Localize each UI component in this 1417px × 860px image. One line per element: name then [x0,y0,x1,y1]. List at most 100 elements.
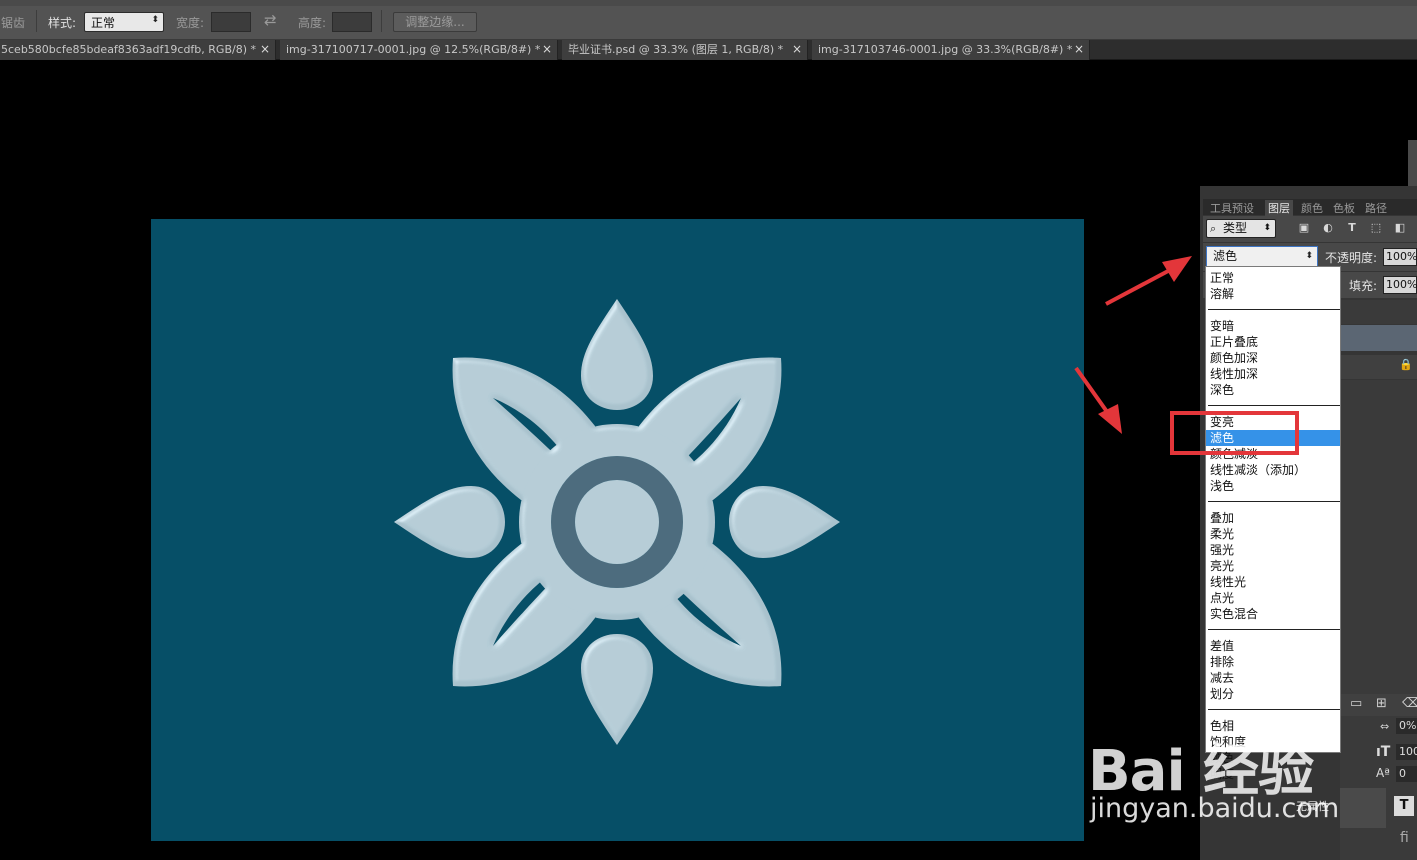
doc-tab-3[interactable]: 毕业证书.psd @ 33.3% (图层 1, RGB/8) * × [562,40,808,60]
layer-filter-row: ⌕ 类型 ⬍ ▣ ◐ T ⬚ ◧ [1203,216,1417,242]
menu-item-vivid-light[interactable]: 亮光 [1206,558,1340,574]
search-icon: ⌕ [1210,222,1217,235]
menu-item-hard-light[interactable]: 强光 [1206,542,1340,558]
style-label: 样式: [48,16,77,30]
divider [381,10,382,32]
height-label: 高度: [298,16,327,30]
close-icon[interactable]: × [1074,40,1084,59]
doc-tab-2[interactable]: img-317100717-0001.jpg @ 12.5%(RGB/8#) *… [280,40,558,60]
menu-item-divide[interactable]: 划分 [1206,686,1340,702]
character-panel: ⇔ 0% ıT 100 Aª 0 点 无属性 T ﬁ [1296,716,1417,860]
opacity-label: 不透明度: [1325,251,1378,265]
menu-item-normal[interactable]: 正常 [1206,270,1340,286]
options-bar: 锯齿 样式: 正常 ⬍ 宽度: ⇄ 高度: 调整边缘... [0,0,1417,40]
adjustment-filter-icon[interactable]: ◐ [1322,222,1334,234]
ligature-icon[interactable]: ﬁ [1400,830,1409,846]
menu-divider [1208,309,1340,310]
tracking-icon: ⇔ [1380,720,1390,733]
doc-tab-label: 5ceb580bcfe85bdeaf8363adf19cdfb, RGB/8) … [1,43,256,56]
vertical-scale-icon: ıT [1376,744,1391,760]
height-input[interactable] [332,12,372,32]
new-group-icon[interactable]: ▭ [1350,696,1362,711]
baseline-shift-icon: Aª [1376,766,1390,780]
menu-item-difference[interactable]: 差值 [1206,638,1340,654]
style-select[interactable]: 正常 ⬍ [84,12,164,32]
menu-item-exclusion[interactable]: 排除 [1206,654,1340,670]
layer-row-background[interactable]: 🔒 [1340,355,1417,379]
menu-item-multiply[interactable]: 正片叠底 [1206,334,1340,350]
close-icon[interactable]: × [792,40,802,59]
chevron-updown-icon: ⬍ [151,15,159,25]
tab-color[interactable]: 颜色 [1301,200,1323,216]
type-filter-icon[interactable]: T [1346,222,1358,234]
lock-icon: 🔒 [1399,358,1413,371]
chevron-updown-icon: ⬍ [1263,223,1271,233]
doc-tab-1[interactable]: 5ceb580bcfe85bdeaf8363adf19cdfb, RGB/8) … [0,40,276,60]
layer-row-selected[interactable] [1340,325,1417,351]
layers-list-empty [1340,380,1417,694]
document-canvas[interactable] [151,219,1084,841]
menu-item-darker-color[interactable]: 深色 [1206,382,1340,398]
tab-tool-presets[interactable]: 工具预设 [1210,200,1254,216]
menu-item-soft-light[interactable]: 柔光 [1206,526,1340,542]
layers-panel-footer: ▭ ⊞ ⌫ [1340,694,1417,716]
annotation-arrow-icon [1074,366,1122,434]
fill-label: 填充: [1349,279,1378,293]
refine-edge-button[interactable]: 调整边缘... [393,12,477,32]
menu-item-linear-burn[interactable]: 线性加深 [1206,366,1340,382]
blend-mode-select[interactable]: 滤色 ⬍ [1206,246,1318,267]
tab-swatches[interactable]: 色板 [1333,200,1355,216]
annotation-highlight-box [1170,411,1299,455]
width-label: 宽度: [176,16,205,30]
menu-item-hard-mix[interactable]: 实色混合 [1206,606,1340,622]
annotation-arrow-icon [1105,256,1192,306]
panel-tab-bar: 工具预设 图层 颜色 色板 路径 [1203,199,1417,216]
menu-item-overlay[interactable]: 叠加 [1206,510,1340,526]
tab-paths[interactable]: 路径 [1365,200,1387,216]
menu-divider [1208,405,1340,406]
menu-item-pin-light[interactable]: 点光 [1206,590,1340,606]
flower-center [575,480,659,564]
width-input[interactable] [211,12,251,32]
swap-icon[interactable]: ⇄ [264,11,277,29]
layers-list-header [1340,300,1417,324]
watermark-url: jingyan.baidu.com [1090,793,1340,824]
document-tab-bar: 5ceb580bcfe85bdeaf8363adf19cdfb, RGB/8) … [0,40,1417,60]
menu-item-dissolve[interactable]: 溶解 [1206,286,1340,302]
trash-icon[interactable]: ⌫ [1402,696,1417,711]
close-icon[interactable]: × [542,40,552,59]
menu-item-linear-light[interactable]: 线性光 [1206,574,1340,590]
menu-item-darken[interactable]: 变暗 [1206,318,1340,334]
menu-item-subtract[interactable]: 减去 [1206,670,1340,686]
tracking-input[interactable]: 0% [1396,718,1417,734]
style-select-value: 正常 [91,16,116,30]
fill-input[interactable]: 100% [1383,276,1417,294]
collapsed-panel-strip[interactable] [1408,140,1417,186]
menu-divider [1208,709,1340,710]
menu-divider [1208,501,1340,502]
text-tool-icon[interactable]: T [1394,796,1414,816]
new-layer-icon[interactable]: ⊞ [1376,696,1387,711]
blend-mode-menu[interactable]: 正常 溶解 变暗 正片叠底 颜色加深 线性加深 深色 变亮 滤色 颜色减淡 线性… [1205,266,1341,781]
opacity-input[interactable]: 100% [1383,248,1417,266]
doc-tab-label: 毕业证书.psd @ 33.3% (图层 1, RGB/8) * [568,43,784,56]
divider [36,10,37,32]
filter-kind-value: 类型 [1223,221,1248,235]
tab-layers[interactable]: 图层 [1265,200,1293,216]
menu-item-color-burn[interactable]: 颜色加深 [1206,350,1340,366]
image-filter-icon[interactable]: ▣ [1298,222,1310,234]
filter-kind-select[interactable]: ⌕ 类型 ⬍ [1206,219,1276,238]
chevron-updown-icon: ⬍ [1305,251,1313,261]
doc-tab-label: img-317103746-0001.jpg @ 33.3%(RGB/8#) * [818,43,1073,56]
shape-filter-icon[interactable]: ⬚ [1370,222,1382,234]
vertical-scale-input[interactable]: 100 [1396,744,1417,760]
properties-area: 无属性 [1296,788,1386,828]
menu-item-linear-dodge[interactable]: 线性减淡（添加） [1206,462,1340,478]
menu-item-lighter-color[interactable]: 浅色 [1206,478,1340,494]
doc-tab-4[interactable]: img-317103746-0001.jpg @ 33.3%(RGB/8#) *… [812,40,1090,60]
menu-divider [1208,629,1340,630]
baseline-shift-input[interactable]: 0 点 [1396,766,1417,782]
smart-object-filter-icon[interactable]: ◧ [1394,222,1406,234]
antialias-label: 锯齿 [1,16,26,30]
close-icon[interactable]: × [260,40,270,59]
